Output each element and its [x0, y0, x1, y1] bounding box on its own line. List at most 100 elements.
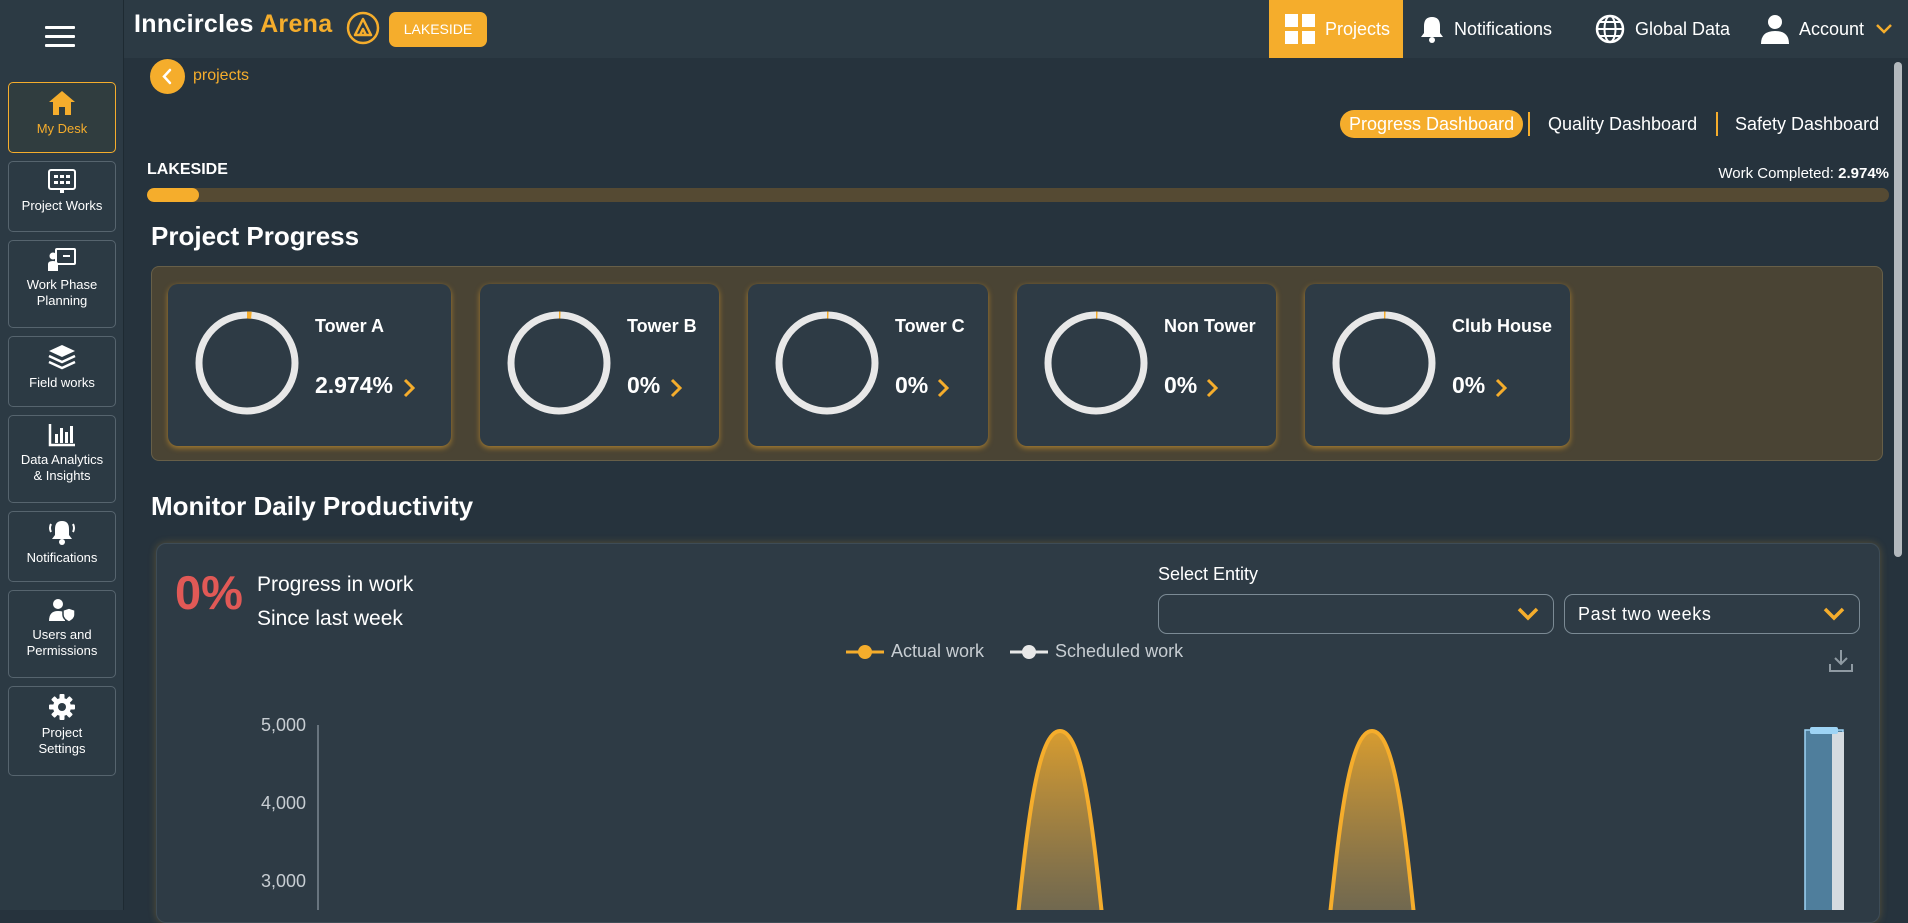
progress-caption-line1: Progress in work — [257, 573, 414, 596]
progress-ring — [775, 311, 879, 415]
nav-notifications-label: Notifications — [1454, 18, 1553, 39]
sidebar-item-notifications[interactable]: Notifications — [8, 511, 116, 582]
progress-card-tower-a[interactable]: Tower A 2.974% — [168, 284, 451, 446]
card-title: Non Tower — [1164, 316, 1256, 336]
sidebar-item-field-works[interactable]: Field works — [8, 336, 116, 407]
progress-card-non-tower[interactable]: Non Tower 0% — [1017, 284, 1276, 446]
sidebar-item-label: Settings — [38, 741, 86, 756]
chevron-down-icon — [1517, 607, 1539, 621]
nav-account[interactable]: Account — [1761, 0, 1892, 58]
sidebar-item-label: Notifications — [26, 550, 98, 565]
app-logo: Inncircles Arena — [134, 10, 332, 39]
gear-icon — [49, 694, 75, 720]
nav-global-data[interactable]: Global Data — [1595, 0, 1730, 58]
tab-divider — [1528, 112, 1530, 136]
progress-card-club-house[interactable]: Club House 0% — [1305, 284, 1570, 446]
back-button[interactable] — [150, 59, 185, 94]
nav-notifications[interactable]: Notifications — [1420, 0, 1552, 58]
productivity-chart — [317, 725, 1844, 910]
sidebar: My Desk Project Works Work Phase Plannin… — [0, 0, 124, 910]
period-dropdown[interactable]: Past two weeks — [1564, 594, 1860, 634]
sidebar-item-work-phase-planning[interactable]: Work Phase Planning — [8, 240, 116, 328]
progress-ring — [507, 311, 611, 415]
productivity-title: Monitor Daily Productivity — [151, 491, 474, 521]
card-title: Club House — [1452, 316, 1553, 336]
download-icon[interactable] — [1828, 648, 1854, 674]
work-completed-progress-bar — [147, 188, 1889, 202]
tab-safety-dashboard[interactable]: Safety Dashboard — [1735, 110, 1879, 138]
chevron-right-icon[interactable] — [1495, 378, 1507, 398]
page-scrollbar-thumb[interactable] — [1894, 62, 1902, 557]
y-tick-label: 4,000 — [260, 793, 306, 813]
sidebar-item-label: Project — [41, 725, 83, 740]
user-icon — [1761, 15, 1789, 44]
nav-projects-label: Projects — [1325, 18, 1391, 39]
nav-projects[interactable]: Projects — [1269, 0, 1403, 58]
scrollbar-handle — [1804, 727, 1844, 910]
sidebar-item-label: Work Phase — [26, 277, 98, 292]
presenter-board-icon — [48, 248, 76, 271]
tab-progress-dashboard[interactable]: Progress Dashboard — [1340, 110, 1524, 138]
chevron-left-icon — [162, 68, 172, 85]
sidebar-item-project-settings[interactable]: Project Settings — [8, 686, 116, 776]
breadcrumb-projects[interactable]: projects — [193, 67, 249, 85]
bell-icon — [49, 521, 75, 545]
sidebar-item-label: Data Analytics — [20, 452, 104, 467]
home-icon — [49, 91, 75, 115]
hamburger-icon[interactable] — [45, 26, 75, 48]
sidebar-item-label: & Insights — [33, 468, 91, 483]
tab-divider — [1716, 112, 1718, 136]
legend-actual-work[interactable]: Actual work — [846, 641, 984, 662]
chevron-right-icon[interactable] — [670, 378, 682, 398]
user-shield-icon — [49, 599, 76, 623]
period-value: Past two weeks — [1578, 604, 1712, 624]
progress-caption-line2: Since last week — [257, 607, 403, 630]
legend-scheduled-work[interactable]: Scheduled work — [1010, 641, 1183, 662]
progress-caption: Progress in work Since last week — [257, 568, 413, 636]
nav-global-data-label: Global Data — [1635, 18, 1731, 39]
sidebar-item-label: My Desk — [36, 121, 88, 136]
y-tick-label: 5,000 — [260, 715, 306, 735]
grid-icon — [1285, 14, 1315, 44]
project-progress-title: Project Progress — [151, 221, 360, 251]
progress-percentage: 0% — [175, 566, 243, 619]
dashboard-board-icon — [48, 169, 76, 193]
card-title: Tower B — [627, 316, 697, 336]
project-progress-panel: Tower A 2.974% Tower B 0% Tower C 0% Non… — [151, 266, 1883, 461]
progress-card-tower-b[interactable]: Tower B 0% — [480, 284, 719, 446]
legend-marker-scheduled — [1010, 644, 1048, 659]
legend-label: Scheduled work — [1055, 641, 1184, 661]
chevron-right-icon[interactable] — [1206, 378, 1218, 398]
logo-mark-icon — [346, 11, 380, 45]
sidebar-item-label: Permissions — [26, 643, 98, 658]
sidebar-item-label: Field works — [29, 375, 95, 390]
y-tick-label: 3,000 — [260, 871, 306, 891]
work-completed-value: 2.974% — [1838, 165, 1889, 182]
card-value: 0% — [627, 372, 661, 398]
progress-bar-fill — [147, 188, 199, 202]
bell-icon — [1421, 17, 1443, 43]
chevron-down-icon — [1876, 24, 1892, 34]
card-value: 2.974% — [315, 372, 394, 398]
work-completed: Work Completed: 2.974% — [1718, 165, 1889, 182]
legend-label: Actual work — [891, 641, 985, 661]
card-value: 0% — [1164, 372, 1198, 398]
card-title: Tower C — [895, 316, 965, 336]
chevron-right-icon[interactable] — [403, 378, 415, 398]
project-badge[interactable]: LAKESIDE — [389, 12, 487, 47]
progress-ring — [1332, 311, 1436, 415]
card-title: Tower A — [315, 316, 385, 336]
dashboard-tabs: Progress Dashboard Quality Dashboard Saf… — [1340, 110, 1890, 138]
sidebar-item-label: Project Works — [21, 198, 103, 213]
sidebar-item-data-analytics[interactable]: Data Analytics & Insights — [8, 415, 116, 503]
progress-ring — [1044, 311, 1148, 415]
tab-quality-dashboard[interactable]: Quality Dashboard — [1548, 110, 1697, 138]
sidebar-item-project-works[interactable]: Project Works — [8, 161, 116, 232]
select-entity-dropdown[interactable] — [1158, 594, 1554, 634]
sidebar-item-users-permissions[interactable]: Users and Permissions — [8, 590, 116, 678]
top-bar: Inncircles Arena LAKESIDE Projects Notif… — [124, 0, 1908, 58]
sidebar-item-my-desk[interactable]: My Desk — [8, 82, 116, 153]
bar-chart-icon — [48, 424, 75, 447]
progress-card-tower-c[interactable]: Tower C 0% — [748, 284, 988, 446]
chevron-right-icon[interactable] — [937, 378, 949, 398]
